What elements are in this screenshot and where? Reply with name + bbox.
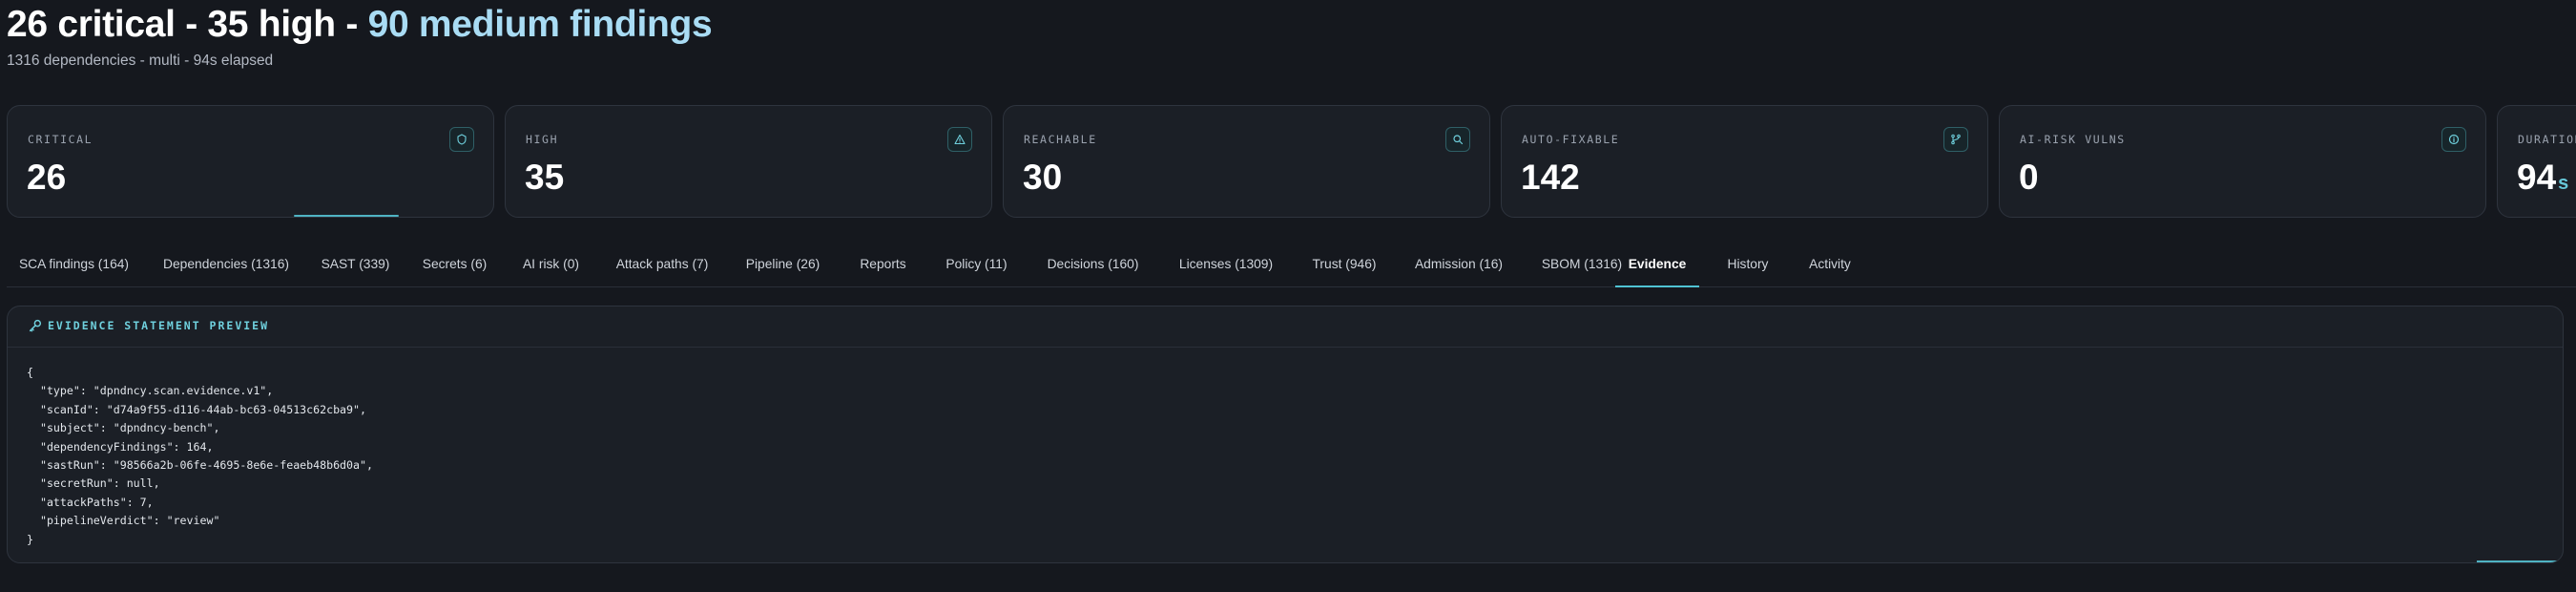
code-line: "attackPaths": 7, <box>27 495 154 509</box>
page-title-medium: 90 medium findings <box>367 4 713 45</box>
code-line: "subject": "dpndncy-bench", <box>27 421 220 435</box>
evidence-panel-title: EVIDENCE STATEMENT PREVIEW <box>48 319 270 332</box>
metric-card-ai-risk-vulns: AI-RISK VULNS 0 <box>1999 105 2486 218</box>
info-circle-icon <box>2441 127 2466 152</box>
tab-dependencies[interactable]: Dependencies (1316) <box>159 250 293 286</box>
tab-trust[interactable]: Trust (946) <box>1305 250 1383 286</box>
evidence-panel: EVIDENCE STATEMENT PREVIEW { "type": "dp… <box>7 306 2564 563</box>
tab-licenses[interactable]: Licenses (1309) <box>1173 250 1279 286</box>
tab-ai-risk[interactable]: AI risk (0) <box>517 250 585 286</box>
code-line: "type": "dpndncy.scan.evidence.v1", <box>27 384 274 398</box>
tab-attack-paths[interactable]: Attack paths (7) <box>611 250 714 286</box>
metric-card-value: 30 <box>1023 158 1063 197</box>
tab-evidence[interactable]: Evidence <box>1615 250 1699 287</box>
tab-admission[interactable]: Admission (16) <box>1409 250 1508 286</box>
page-subtitle: 1316 dependencies - multi - 94s elapsed <box>7 53 274 69</box>
tab-history[interactable]: History <box>1717 250 1778 286</box>
tab-secrets[interactable]: Secrets (6) <box>418 250 491 286</box>
code-line: } <box>27 532 33 546</box>
metric-card-label: HIGH <box>526 133 559 146</box>
search-icon <box>1445 127 1470 152</box>
metric-card-label: DURATION <box>2518 133 2576 146</box>
code-line: { <box>27 366 33 379</box>
code-line: "dependencyFindings": 164, <box>27 439 214 454</box>
panel-accent-bar <box>2477 560 2563 562</box>
card-accent-bar <box>294 215 399 217</box>
git-branch-icon <box>1943 127 1968 152</box>
shield-icon <box>449 127 474 152</box>
duration-unit: s <box>2558 173 2569 194</box>
warning-triangle-icon <box>947 127 972 152</box>
evidence-json-preview: { "type": "dpndncy.scan.evidence.v1", "s… <box>27 364 373 549</box>
metric-cards: CRITICAL 26 HIGH 35 REACHABLE 30 AUTO-FI… <box>7 105 2576 218</box>
page-title: 26 critical - 35 high - 90 medium findin… <box>7 2 713 48</box>
metric-card-high: HIGH 35 <box>505 105 992 218</box>
metric-card-value: 142 <box>1521 158 1580 197</box>
key-icon <box>29 319 42 332</box>
code-line: "secretRun": null, <box>27 476 160 491</box>
metric-card-critical: CRITICAL 26 <box>7 105 494 218</box>
page-title-summary: 26 critical - 35 high - <box>7 4 368 45</box>
metric-card-reachable: REACHABLE 30 <box>1003 105 1490 218</box>
tab-reports[interactable]: Reports <box>852 250 914 286</box>
code-line: "pipelineVerdict": "review" <box>27 514 220 528</box>
metric-card-label: REACHABLE <box>1024 133 1097 146</box>
tab-bar: SCA findings (164) Dependencies (1316) S… <box>7 250 2576 287</box>
metric-card-value: 35 <box>525 158 565 197</box>
code-line: "scanId": "d74a9f55-d116-44ab-bc63-04513… <box>27 402 366 416</box>
metric-card-value: 26 <box>27 158 67 197</box>
tab-sca-findings[interactable]: SCA findings (164) <box>14 250 134 286</box>
metric-card-auto-fixable: AUTO-FIXABLE 142 <box>1501 105 1988 218</box>
tab-policy[interactable]: Policy (11) <box>940 250 1013 286</box>
metric-card-value: 94 s <box>2517 156 2568 205</box>
tab-pipeline[interactable]: Pipeline (26) <box>739 250 826 286</box>
tab-activity[interactable]: Activity <box>1797 250 1863 286</box>
code-line: "sastRun": "98566a2b-06fe-4695-8e6e-feae… <box>27 458 373 473</box>
metric-card-label: AUTO-FIXABLE <box>1522 133 1620 146</box>
tab-sast[interactable]: SAST (339) <box>319 250 392 286</box>
metric-card-label: AI-RISK VULNS <box>2020 133 2126 146</box>
tab-decisions[interactable]: Decisions (160) <box>1039 250 1147 286</box>
metric-card-duration: DURATION 94s <box>2497 105 2576 218</box>
duration-value: 94 <box>2517 158 2557 197</box>
metric-card-value: 0 <box>2019 158 2039 197</box>
evidence-panel-header: EVIDENCE STATEMENT PREVIEW <box>8 307 2563 348</box>
metric-card-label: CRITICAL <box>28 133 93 146</box>
